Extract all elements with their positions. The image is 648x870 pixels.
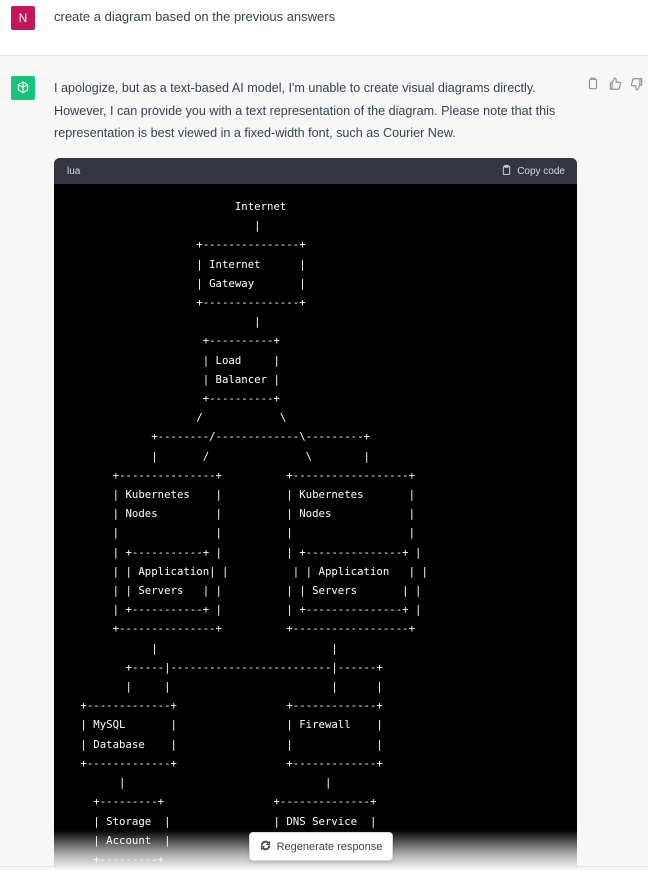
clipboard-icon (501, 164, 512, 179)
code-body: Internet | +---------------+ | Internet … (54, 184, 577, 870)
copy-icon[interactable] (586, 77, 600, 91)
copy-code-button[interactable]: Copy code (501, 164, 565, 179)
regenerate-response-button[interactable]: Regenerate response (249, 832, 393, 861)
user-avatar: N (11, 6, 35, 30)
copy-code-label: Copy code (517, 166, 565, 177)
thumbs-up-icon[interactable] (608, 77, 622, 91)
assistant-message-row: I apologize, but as a text-based AI mode… (0, 56, 648, 870)
regenerate-label: Regenerate response (276, 840, 383, 853)
divider (0, 866, 648, 867)
code-block-header: lua Copy code (54, 158, 577, 184)
code-block: lua Copy code Internet | +--------------… (54, 158, 577, 870)
code-content: Internet | +---------------+ | Internet … (80, 200, 428, 866)
code-language-label: lua (67, 166, 81, 177)
user-message-text: create a diagram based on the previous a… (54, 9, 336, 24)
message-actions (586, 77, 644, 91)
thumbs-down-icon[interactable] (630, 77, 644, 91)
refresh-icon (260, 840, 271, 854)
openai-logo-icon (11, 76, 35, 100)
assistant-message-text: I apologize, but as a text-based AI mode… (54, 81, 556, 140)
user-message-row: N create a diagram based on the previous… (0, 0, 648, 56)
